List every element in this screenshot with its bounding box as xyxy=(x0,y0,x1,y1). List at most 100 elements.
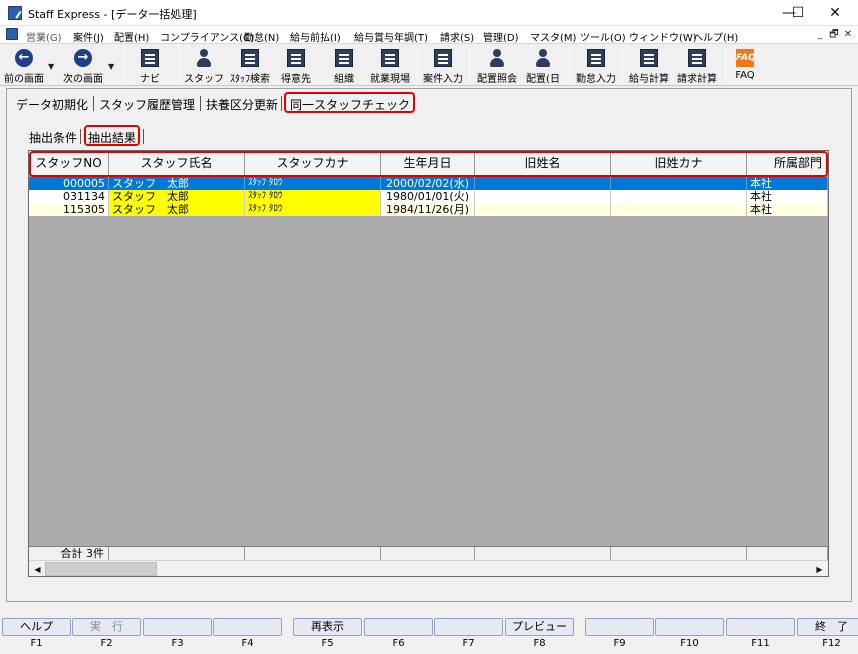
organization-button[interactable]: 組織 xyxy=(324,46,364,85)
billing-calc-button[interactable]: 請求計算 xyxy=(674,46,720,85)
fkey-f4-button[interactable] xyxy=(213,618,282,636)
work-site-button[interactable]: 就業現場 xyxy=(367,46,413,85)
toolbar: ← 前の画面 ▼ → 次の画面 ▼ ナビ スタッフ ｽﾀｯﾌ検索 得意先 組織 … xyxy=(0,44,858,86)
cell-maiden-name xyxy=(475,177,611,190)
fkey-f2-button[interactable]: 実 行 xyxy=(72,618,141,636)
menu-case[interactable]: 案件(J) xyxy=(73,29,104,44)
placement-day-button[interactable]: 配置(日 xyxy=(522,46,564,85)
cell-staff-name: スタッフ 太郎 xyxy=(109,190,245,203)
next-dropdown-arrow-icon[interactable]: ▼ xyxy=(108,63,116,71)
prev-dropdown-arrow-icon[interactable]: ▼ xyxy=(48,63,56,71)
horizontal-scrollbar[interactable]: ◀ ▶ xyxy=(29,560,828,576)
cell-staff-kana: ｽﾀｯﾌ ﾀﾛｳ xyxy=(245,203,381,216)
table-row[interactable]: 000005 スタッフ 太郎 ｽﾀｯﾌ ﾀﾛｳ 2000/02/02(水) 本社 xyxy=(29,177,828,190)
cell-maiden-kana xyxy=(611,177,747,190)
fkey-f9-button[interactable] xyxy=(585,618,654,636)
next-screen-button[interactable]: → 次の画面 xyxy=(58,46,108,85)
prev-screen-button[interactable]: ← 前の画面 xyxy=(2,46,46,85)
footer-cell xyxy=(611,547,747,561)
fkey-f4-label: F4 xyxy=(241,638,254,649)
scroll-thumb[interactable] xyxy=(45,562,157,576)
fkey-f1-label: F1 xyxy=(30,638,43,649)
function-key-bar: ヘルプ F1 実 行 F2 F3 F4 再表示 F5 F6 F7 プレビュー F8 F9 F10 F11 終 … xyxy=(0,618,858,654)
tab-dependent-update[interactable]: 扶養区分更新 xyxy=(206,96,278,113)
menu-billing[interactable]: 請求(S) xyxy=(440,29,474,44)
header-highlight xyxy=(29,151,828,177)
mdi-restore-button[interactable]: 🗗 xyxy=(827,28,841,42)
client-button[interactable]: 得意先 xyxy=(276,46,316,85)
faq-button[interactable]: FAQ FAQ xyxy=(730,46,760,84)
payroll-calc-icon xyxy=(640,49,658,67)
fkey-f8-button[interactable]: プレビュー xyxy=(505,618,574,636)
menu-admin[interactable]: 管理(D) xyxy=(483,29,519,44)
close-button[interactable]: ✕ xyxy=(812,0,858,26)
menu-window[interactable]: ウィンドウ(W) xyxy=(629,29,697,44)
menu-placement[interactable]: 配置(H) xyxy=(114,29,149,44)
fkey-f11-button[interactable] xyxy=(726,618,795,636)
staff-search-button[interactable]: ｽﾀｯﾌ検索 xyxy=(228,46,272,85)
fkey-f9-label: F9 xyxy=(613,638,626,649)
navi-button[interactable]: ナビ xyxy=(130,46,170,85)
fkey-f5-button[interactable]: 再表示 xyxy=(293,618,362,636)
cell-staff-kana: ｽﾀｯﾌ ﾀﾛｳ xyxy=(245,177,381,190)
client-icon xyxy=(287,49,305,67)
tab-separator xyxy=(200,96,201,111)
grid-footer: 合計 3件 xyxy=(29,546,828,561)
fkey-f10-button[interactable] xyxy=(655,618,724,636)
menu-attendance[interactable]: 勤怠(N) xyxy=(244,29,279,44)
footer-cell xyxy=(381,547,475,561)
mdi-minimize-button[interactable]: _ xyxy=(813,28,827,42)
tab-data-init[interactable]: データ初期化 xyxy=(16,96,88,113)
fkey-f10-label: F10 xyxy=(680,638,699,649)
toolbar-separator xyxy=(725,48,726,82)
results-grid[interactable]: スタッフNO スタッフ氏名 スタッフカナ 生年月日 旧姓名 旧姓カナ 所属部門 … xyxy=(28,150,829,577)
menu-advance-pay[interactable]: 給与前払(I) xyxy=(290,29,341,44)
toolbar-separator xyxy=(123,48,124,82)
toolbar-separator xyxy=(417,48,418,82)
fkey-f3-button[interactable] xyxy=(143,618,212,636)
cell-staff-kana: ｽﾀｯﾌ ﾀﾛｳ xyxy=(245,190,381,203)
total-count: 合計 3件 xyxy=(29,547,109,561)
fkey-f8-label: F8 xyxy=(533,638,546,649)
payroll-calc-button[interactable]: 給与計算 xyxy=(627,46,671,85)
menu-tools[interactable]: ツール(O) xyxy=(580,29,626,44)
footer-cell xyxy=(109,547,245,561)
fkey-f7-button[interactable] xyxy=(434,618,503,636)
scroll-left-icon[interactable]: ◀ xyxy=(30,562,45,576)
tab-extract-conditions[interactable]: 抽出条件 xyxy=(29,129,77,146)
footer-cell xyxy=(475,547,611,561)
tab-staff-history[interactable]: スタッフ履歴管理 xyxy=(99,96,195,113)
toolbar-separator xyxy=(622,48,623,82)
menu-help[interactable]: ヘルプ(H) xyxy=(693,29,738,44)
cell-maiden-name xyxy=(475,190,611,203)
fkey-f6-button[interactable] xyxy=(364,618,433,636)
mdi-child-icon[interactable] xyxy=(6,28,18,40)
menu-master[interactable]: マスタ(M) xyxy=(530,29,576,44)
fkey-f5-label: F5 xyxy=(321,638,334,649)
arrow-left-icon: ← xyxy=(15,49,33,67)
case-input-button[interactable]: 案件入力 xyxy=(421,46,465,85)
menu-compliance[interactable]: コンプライアンス(C) xyxy=(160,29,254,44)
title-bar: Staff Express - [データ一括処理] — ☐ ✕ xyxy=(0,0,858,26)
cell-staff-no: 115305 xyxy=(29,203,109,216)
tab-same-staff-check[interactable]: 同一スタッフチェック xyxy=(290,96,410,113)
fkey-f1-button[interactable]: ヘルプ xyxy=(2,618,71,636)
menu-payroll[interactable]: 給与賞与年調(T) xyxy=(354,29,428,44)
fkey-f11-label: F11 xyxy=(751,638,770,649)
organization-icon xyxy=(335,49,353,67)
scroll-right-icon[interactable]: ▶ xyxy=(812,562,827,576)
work-site-icon xyxy=(381,49,399,67)
tab-extract-results[interactable]: 抽出結果 xyxy=(88,129,136,146)
navi-icon xyxy=(141,49,159,67)
cell-maiden-kana xyxy=(611,190,747,203)
arrow-right-icon: → xyxy=(74,49,92,67)
fkey-f12-button[interactable]: 終 了 xyxy=(797,618,858,636)
attendance-input-button[interactable]: 勤怠入力 xyxy=(574,46,618,85)
mdi-close-button[interactable]: ✕ xyxy=(841,28,855,42)
fkey-f2-label: F2 xyxy=(100,638,113,649)
table-row[interactable]: 115305 スタッフ 太郎 ｽﾀｯﾌ ﾀﾛｳ 1984/11/26(月) 本社 xyxy=(29,203,828,216)
table-row[interactable]: 031134 スタッフ 太郎 ｽﾀｯﾌ ﾀﾛｳ 1980/01/01(火) 本社 xyxy=(29,190,828,203)
menu-sales[interactable]: 営業(G) xyxy=(26,29,62,44)
staff-button[interactable]: スタッフ xyxy=(184,46,224,85)
placement-inquiry-button[interactable]: 配置照会 xyxy=(474,46,520,85)
